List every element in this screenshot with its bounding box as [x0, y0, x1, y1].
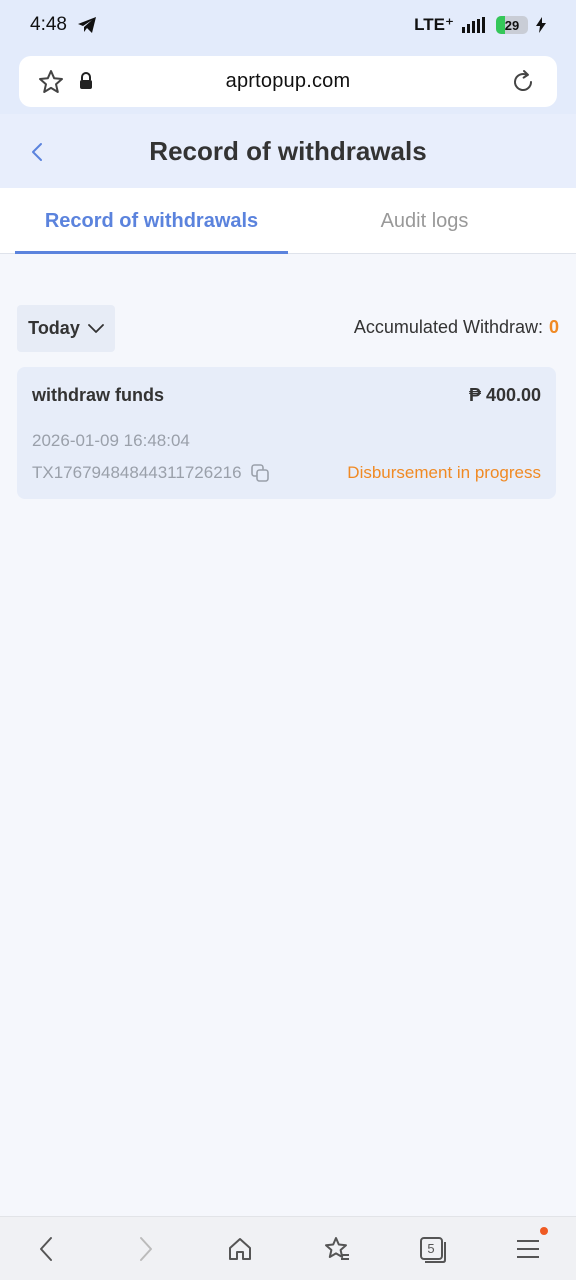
tab-audit-logs[interactable]: Audit logs	[288, 188, 561, 254]
back-arrow-icon[interactable]	[26, 140, 50, 164]
address-bar[interactable]: aprtopup.com	[19, 56, 557, 107]
copy-icon[interactable]	[250, 463, 270, 483]
filter-row: Today Accumulated Withdraw: 0	[17, 305, 559, 352]
battery-level: 29	[504, 17, 520, 33]
browser-address-area: aprtopup.com	[0, 50, 576, 114]
charging-icon	[536, 17, 546, 33]
accumulated-label: Accumulated Withdraw:	[353, 317, 543, 337]
tab-bar: Record of withdrawals Audit logs	[0, 188, 576, 254]
record-tx-id: TX17679484844311726216	[32, 463, 242, 482]
browser-bottom-nav: 5	[0, 1216, 576, 1280]
status-bar: 4:48 LTE⁺ 29	[0, 0, 576, 50]
period-dropdown[interactable]: Today	[17, 305, 115, 352]
lock-icon	[80, 72, 92, 89]
reload-icon[interactable]	[509, 68, 537, 96]
record-datetime: 2026-01-09 16:48:04	[32, 431, 190, 450]
network-type: LTE⁺	[414, 15, 454, 34]
record-tx: TX17679484844311726216	[32, 463, 270, 483]
menu-icon[interactable]	[514, 1235, 542, 1263]
status-right: LTE⁺ 29	[414, 15, 546, 35]
record-status: Disbursement in progress	[347, 463, 541, 482]
accumulated-value: 0	[548, 317, 559, 337]
tab-count: 5	[427, 1240, 435, 1256]
chevron-down-icon	[87, 323, 104, 333]
record-title: withdraw funds	[32, 385, 164, 405]
record-amount: ₱ 400.00	[468, 385, 541, 405]
page-title: Record of withdrawals	[149, 135, 427, 166]
bookmark-star-icon[interactable]	[37, 68, 65, 96]
notification-dot	[540, 1227, 548, 1235]
tab-record-of-withdrawals[interactable]: Record of withdrawals	[15, 188, 288, 254]
signal-icon	[462, 17, 485, 33]
page-header: Record of withdrawals	[0, 114, 576, 188]
accumulated-withdraw: Accumulated Withdraw: 0	[354, 317, 559, 338]
status-left: 4:48	[30, 14, 97, 36]
status-time: 4:48	[30, 14, 67, 35]
telegram-icon	[77, 17, 96, 33]
tabs-switcher[interactable]: 5	[418, 1235, 446, 1263]
withdrawal-record[interactable]: withdraw funds ₱ 400.00 2026-01-09 16:48…	[17, 367, 556, 499]
browser-back-icon[interactable]	[33, 1235, 61, 1263]
browser-forward-icon[interactable]	[131, 1235, 159, 1263]
bookmarks-icon[interactable]	[322, 1235, 350, 1263]
home-icon[interactable]	[226, 1235, 254, 1263]
battery-icon: 29	[496, 16, 528, 34]
url-text[interactable]: aprtopup.com	[226, 70, 351, 93]
period-label: Today	[28, 318, 80, 338]
